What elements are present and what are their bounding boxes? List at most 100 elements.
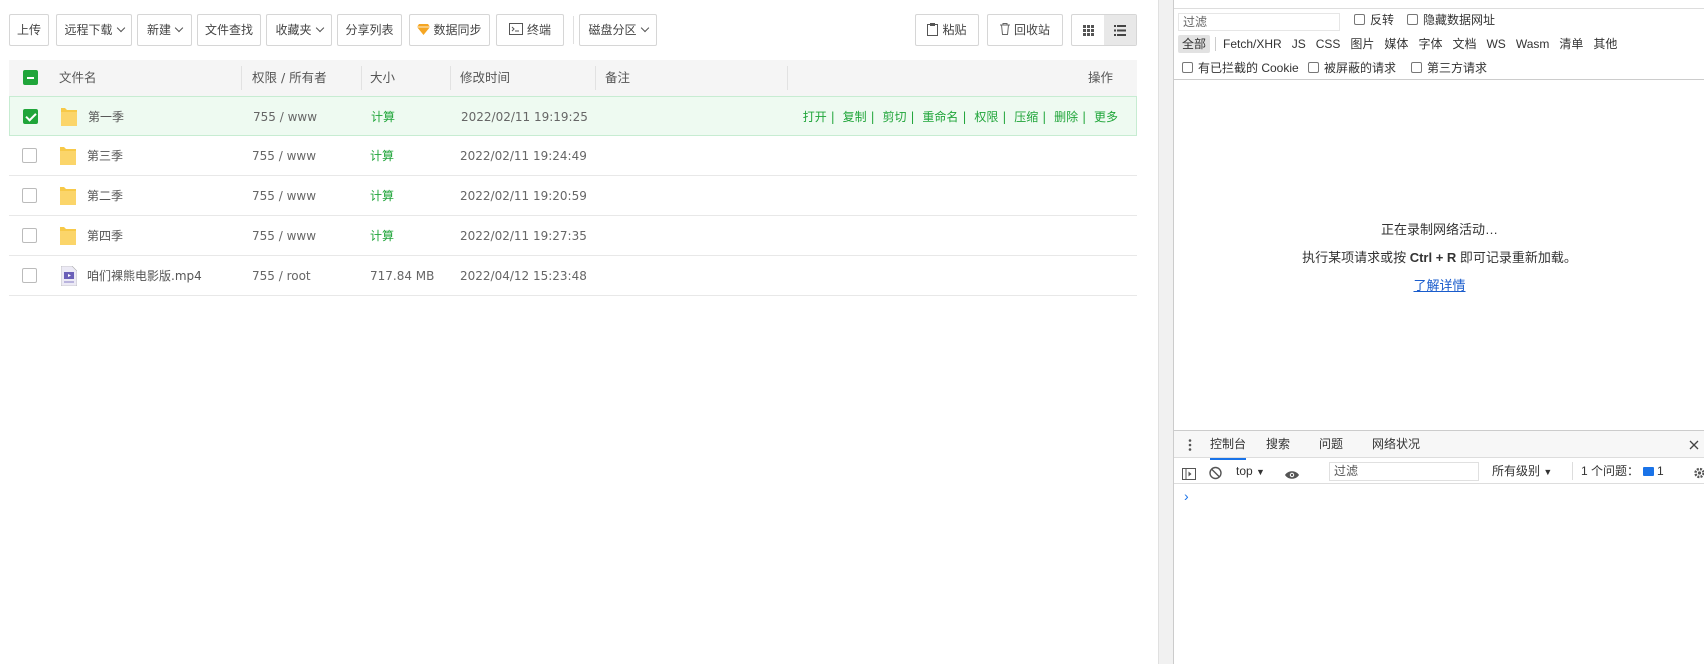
blocked-requests-checkbox[interactable]: 被屏蔽的请求	[1308, 58, 1396, 78]
file-name[interactable]: 第一季	[88, 97, 124, 137]
type-filter-manifest[interactable]: 清单	[1555, 35, 1587, 53]
file-size: 717.84 MB	[370, 269, 435, 283]
type-filter-all[interactable]: 全部	[1178, 35, 1211, 53]
third-party-checkbox[interactable]: 第三方请求	[1411, 58, 1487, 78]
terminal-button[interactable]: 终端	[496, 14, 564, 46]
favorites-button[interactable]: 收藏夹	[266, 14, 332, 46]
new-button[interactable]: 新建	[137, 14, 192, 46]
file-name[interactable]: 咱们裸熊电影版.mp4	[87, 256, 202, 296]
chevron-down-icon	[116, 23, 125, 33]
kebab-menu-icon[interactable]	[1188, 439, 1192, 451]
tab-network-conditions[interactable]: 网络状况	[1372, 431, 1420, 458]
folder-icon	[61, 108, 77, 126]
file-size-calc-link[interactable]: 计算	[370, 176, 394, 216]
file-size-calc-link[interactable]: 计算	[370, 216, 394, 256]
filter-divider	[1215, 37, 1217, 51]
chevron-down-icon	[640, 23, 649, 33]
column-header-permission[interactable]: 权限 / 所有者	[252, 60, 327, 96]
share-list-label: 分享列表	[345, 23, 394, 37]
type-filter-font[interactable]: 字体	[1414, 35, 1446, 53]
console-prompt[interactable]: ›	[1184, 488, 1189, 504]
rename-link[interactable]: 重命名	[922, 110, 958, 124]
gear-icon[interactable]	[1693, 464, 1704, 482]
file-name[interactable]: 第四季	[87, 216, 123, 256]
folder-icon	[60, 187, 76, 205]
column-header-size[interactable]: 大小	[370, 60, 395, 96]
type-filter-other[interactable]: 其他	[1589, 35, 1621, 53]
row-checkbox[interactable]	[23, 109, 38, 124]
close-icon[interactable]	[1689, 440, 1699, 450]
invert-checkbox[interactable]: 反转	[1354, 10, 1394, 30]
favorites-label: 收藏夹	[275, 23, 312, 37]
blocked-cookies-label: 有已拦截的 Cookie	[1198, 61, 1299, 75]
file-permission[interactable]: 755 / www	[252, 176, 316, 216]
learn-more-link[interactable]: 了解详情	[1413, 278, 1465, 293]
compress-link[interactable]: 压缩	[1014, 110, 1038, 124]
log-levels-select[interactable]: 所有级别 ▼	[1492, 462, 1552, 480]
issues-counter[interactable]: 1 个问题： 1	[1572, 462, 1664, 480]
select-all-checkbox[interactable]	[23, 70, 38, 85]
file-permission[interactable]: 755 / www	[252, 216, 316, 256]
file-size-calc-link[interactable]: 计算	[370, 136, 394, 176]
more-link[interactable]: 更多	[1094, 110, 1118, 124]
file-permission[interactable]: 755 / www	[252, 136, 316, 176]
tab-issues[interactable]: 问题	[1319, 431, 1343, 458]
video-file-icon	[61, 266, 77, 286]
permission-link[interactable]: 权限	[974, 110, 998, 124]
column-divider	[450, 66, 451, 90]
table-row[interactable]: 第四季 755 / www 计算 2022/02/11 19:27:35	[9, 216, 1137, 256]
delete-link[interactable]: 删除	[1054, 110, 1078, 124]
sidebar-toggle-icon[interactable]	[1182, 465, 1196, 483]
row-checkbox[interactable]	[22, 148, 37, 163]
column-header-modified[interactable]: 修改时间	[460, 60, 510, 96]
clear-console-icon[interactable]	[1209, 464, 1222, 482]
paste-button[interactable]: 粘贴	[915, 14, 979, 46]
file-name[interactable]: 第三季	[87, 136, 123, 176]
copy-link[interactable]: 复制	[843, 110, 867, 124]
file-permission[interactable]: 755 / root	[252, 256, 311, 296]
upload-button[interactable]: 上传	[9, 14, 49, 46]
recording-status: 正在录制网络活动…	[1380, 222, 1498, 237]
column-header-remark[interactable]: 备注	[605, 60, 630, 96]
hide-data-urls-checkbox[interactable]: 隐藏数据网址	[1407, 10, 1495, 30]
column-header-name[interactable]: 文件名	[59, 60, 97, 96]
grid-view-button[interactable]	[1072, 15, 1104, 45]
type-filter-js[interactable]: JS	[1288, 35, 1310, 53]
disk-partition-button[interactable]: 磁盘分区	[579, 14, 657, 46]
type-filter-css[interactable]: CSS	[1312, 35, 1345, 53]
file-modified-time: 2022/02/11 19:20:59	[460, 189, 587, 203]
context-select[interactable]: top ▼	[1236, 462, 1265, 480]
table-row[interactable]: 咱们裸熊电影版.mp4 755 / root 717.84 MB 2022/04…	[9, 256, 1137, 296]
type-filter-wasm[interactable]: Wasm	[1512, 35, 1554, 53]
type-filter-media[interactable]: 媒体	[1380, 35, 1412, 53]
open-link[interactable]: 打开	[803, 110, 827, 124]
table-row[interactable]: 第一季 755 / www 计算 2022/02/11 19:19:25 打开 |…	[9, 96, 1137, 136]
row-checkbox[interactable]	[22, 268, 37, 283]
share-list-button[interactable]: 分享列表	[337, 14, 402, 46]
tab-console[interactable]: 控制台	[1210, 431, 1247, 460]
file-permission[interactable]: 755 / www	[253, 97, 317, 137]
file-size-calc-link[interactable]: 计算	[371, 97, 395, 137]
drawer-tabbar: 控制台 搜索 问题 网络状况	[1174, 430, 1704, 460]
type-filter-ws[interactable]: WS	[1482, 35, 1509, 53]
recycle-bin-button[interactable]: 回收站	[987, 14, 1063, 46]
type-filter-doc[interactable]: 文档	[1448, 35, 1480, 53]
type-filter-image[interactable]: 图片	[1346, 35, 1378, 53]
console-filter-input[interactable]: 过滤	[1329, 462, 1479, 481]
type-filter-fetch-xhr[interactable]: Fetch/XHR	[1219, 35, 1286, 53]
tab-search[interactable]: 搜索	[1266, 431, 1290, 458]
row-checkbox[interactable]	[22, 188, 37, 203]
eye-icon[interactable]	[1284, 466, 1300, 484]
clipboard-icon	[927, 23, 939, 36]
remote-download-button[interactable]: 远程下载	[56, 14, 132, 46]
file-name[interactable]: 第二季	[87, 176, 123, 216]
cut-link[interactable]: 剪切	[883, 110, 907, 124]
blocked-cookies-checkbox[interactable]: 有已拦截的 Cookie	[1182, 58, 1299, 78]
file-search-button[interactable]: 文件查找	[197, 14, 261, 46]
network-filter-input[interactable]: 过滤	[1178, 13, 1340, 31]
list-view-button[interactable]	[1104, 15, 1136, 45]
table-row[interactable]: 第三季 755 / www 计算 2022/02/11 19:24:49	[9, 136, 1137, 176]
row-checkbox[interactable]	[22, 228, 37, 243]
data-sync-button[interactable]: 数据同步	[409, 14, 490, 46]
table-row[interactable]: 第二季 755 / www 计算 2022/02/11 19:20:59	[9, 176, 1137, 216]
